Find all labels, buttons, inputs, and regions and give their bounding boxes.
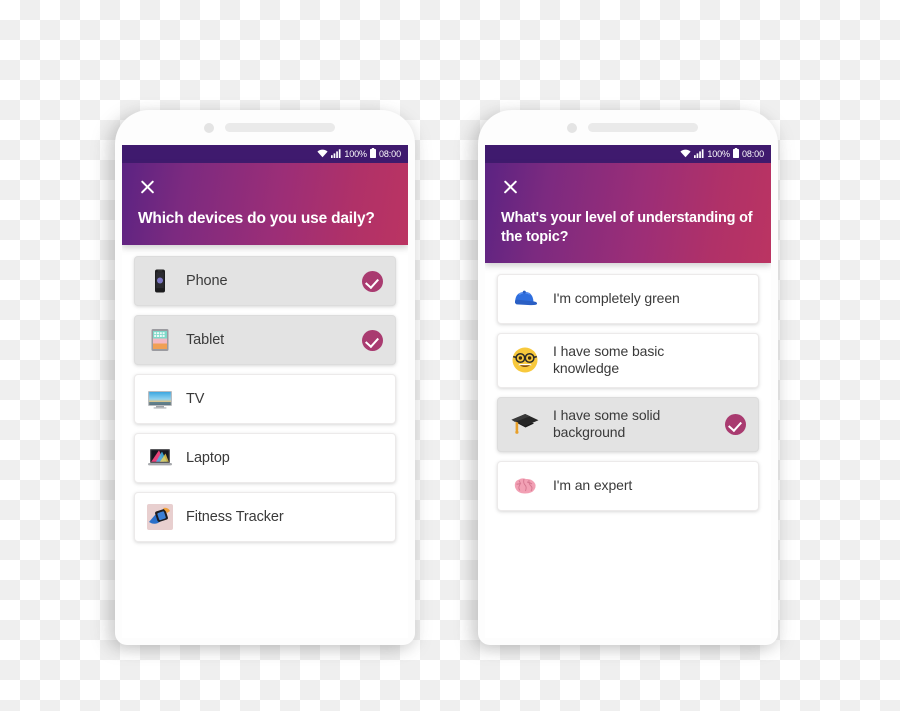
earpiece-speaker	[225, 123, 335, 132]
phone-screen-devices: 100% 08:00 Which devices do you use dail…	[122, 145, 408, 638]
list-item-label: I have some solid background	[553, 406, 661, 441]
front-camera-icon	[567, 123, 577, 133]
list-item-label: Tablet	[186, 332, 225, 349]
checkmark-badge[interactable]	[362, 270, 383, 292]
screen-header-devices: Which devices do you use daily?	[122, 163, 408, 246]
battery-full-icon	[369, 148, 376, 160]
list-item-label: Fitness Tracker	[186, 509, 284, 526]
list-item-completely-green[interactable]: I'm completely green	[497, 273, 759, 324]
screenshot-stage: 100% 08:00 Which devices do you use dail…	[0, 0, 900, 711]
signal-bars-icon	[331, 148, 341, 160]
list-item-label: Laptop	[186, 450, 230, 467]
battery-percent-label: 100%	[344, 148, 367, 159]
list-item-label: Phone	[186, 273, 228, 290]
list-item-label: I'm an expert	[553, 476, 633, 493]
brain-emoji	[510, 471, 540, 501]
phone-bezel-top	[478, 110, 778, 145]
battery-percent-label: 100%	[707, 148, 730, 159]
signal-bars-icon	[694, 148, 704, 160]
phone-mockup-devices: 100% 08:00 Which devices do you use dail…	[115, 110, 415, 645]
phone-bezel-top	[115, 110, 415, 145]
list-item-label: I'm completely green	[553, 289, 680, 306]
list-item-phone[interactable]: Phone	[134, 256, 396, 307]
phone-icon	[147, 268, 173, 294]
wifi-icon	[317, 149, 328, 160]
list-item-label: TV	[186, 391, 205, 408]
options-list-devices: Phone Tablet TV Laptop Fitness Tracker	[122, 245, 408, 543]
close-icon[interactable]	[501, 177, 521, 197]
list-item-basic-knowledge[interactable]: I have some basic knowledge	[497, 332, 759, 388]
close-icon[interactable]	[138, 177, 158, 197]
options-list-understanding: I'm completely green I have some basic k…	[485, 263, 771, 511]
list-item-tv[interactable]: TV	[134, 374, 396, 425]
list-item-solid-background[interactable]: I have some solid background	[497, 396, 759, 452]
front-camera-icon	[204, 123, 214, 133]
battery-full-icon	[732, 148, 739, 160]
tv-icon	[147, 386, 173, 412]
page-title: What's your level of understanding of th…	[501, 210, 753, 245]
checkmark-badge[interactable]	[362, 329, 383, 351]
nerd-face-emoji	[510, 345, 540, 375]
phone-screen-understanding: 100% 08:00 What's your level of understa…	[485, 145, 771, 638]
phone-mockup-understanding: 100% 08:00 What's your level of understa…	[478, 110, 778, 645]
blue-cap-emoji	[510, 284, 540, 314]
list-item-label: I have some basic knowledge	[553, 342, 665, 377]
tablet-icon	[147, 327, 173, 353]
fitness-tracker-icon	[147, 504, 173, 531]
list-item-expert[interactable]: I'm an expert	[497, 460, 759, 511]
screen-header-understanding: What's your level of understanding of th…	[485, 163, 771, 263]
clock-label: 08:00	[741, 148, 764, 159]
clock-label: 08:00	[378, 148, 401, 159]
status-bar: 100% 08:00	[485, 145, 771, 163]
laptop-icon	[147, 445, 173, 471]
list-item-laptop[interactable]: Laptop	[134, 433, 396, 484]
list-item-fitness-tracker[interactable]: Fitness Tracker	[134, 492, 396, 543]
earpiece-speaker	[588, 123, 698, 132]
graduation-cap-emoji	[510, 409, 540, 439]
status-bar: 100% 08:00	[122, 145, 408, 163]
checkmark-badge[interactable]	[725, 413, 746, 435]
list-item-tablet[interactable]: Tablet	[134, 315, 396, 366]
page-title: Which devices do you use daily?	[138, 210, 375, 227]
wifi-icon	[680, 149, 691, 160]
